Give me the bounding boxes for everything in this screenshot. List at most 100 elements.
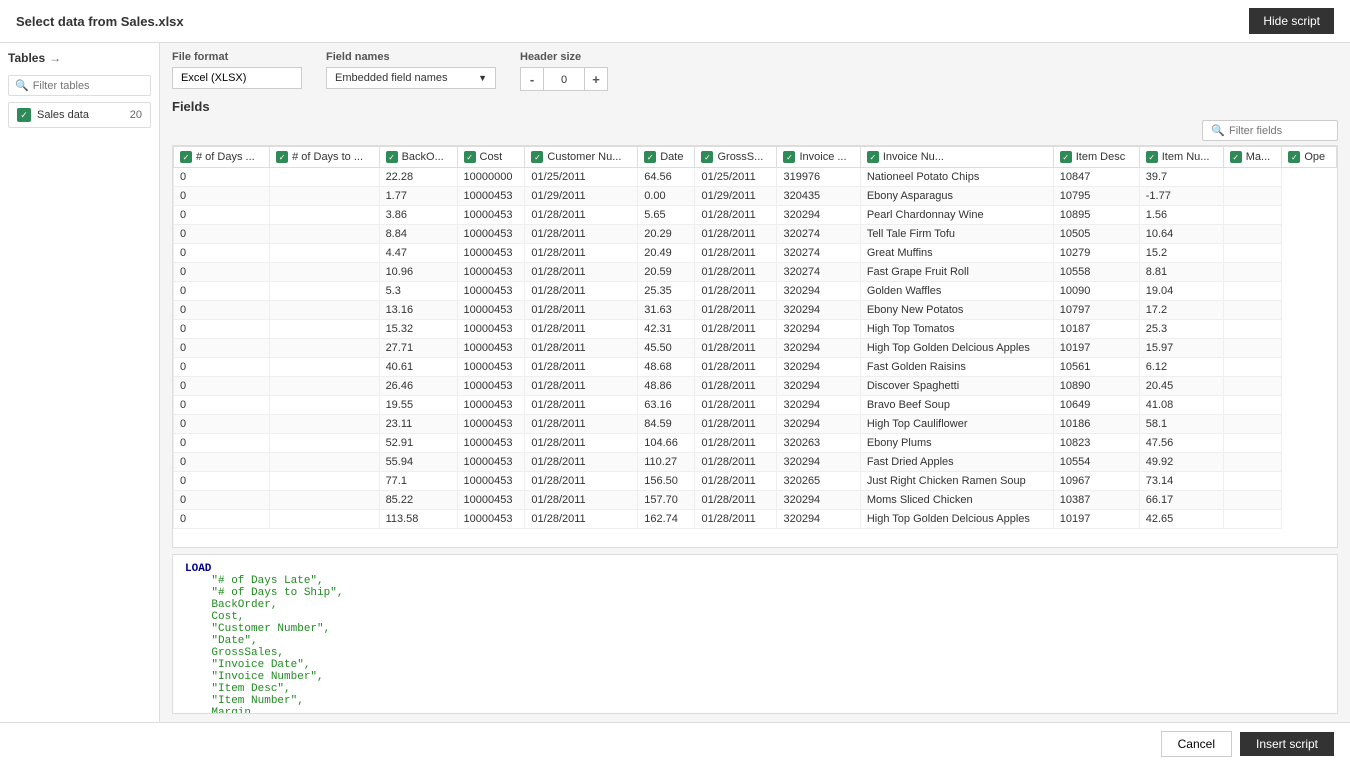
- table-row: 040.611000045301/28/201148.6801/28/20113…: [174, 358, 1337, 377]
- table-cell: 01/28/2011: [525, 377, 638, 396]
- table-cell: 104.66: [638, 434, 695, 453]
- table-cell: 5.65: [638, 206, 695, 225]
- filter-fields-input[interactable]: [1229, 125, 1329, 137]
- table-cell: Ebony Plums: [860, 434, 1053, 453]
- table-cell: 6.12: [1139, 358, 1223, 377]
- table-cell: 10890: [1053, 377, 1139, 396]
- table-cell: 8.84: [379, 225, 457, 244]
- sales-data-table-item[interactable]: Sales data 20: [8, 102, 151, 128]
- table-cell: 113.58: [379, 510, 457, 529]
- table-cell: [270, 320, 379, 339]
- table-cell: 10505: [1053, 225, 1139, 244]
- column-header-ma---[interactable]: Ma...: [1223, 147, 1282, 168]
- table-cell: [1223, 282, 1282, 301]
- table-cell: 55.94: [379, 453, 457, 472]
- table-cell: 10823: [1053, 434, 1139, 453]
- table-cell: [270, 396, 379, 415]
- column-header-grosss---[interactable]: GrossS...: [695, 147, 777, 168]
- table-cell: 01/28/2011: [695, 244, 777, 263]
- table-cell: 01/25/2011: [525, 168, 638, 187]
- table-cell: 01/28/2011: [525, 472, 638, 491]
- filter-tables-input[interactable]: [33, 80, 144, 92]
- table-cell: 0: [174, 339, 270, 358]
- table-cell: 01/28/2011: [695, 358, 777, 377]
- table-cell: 01/28/2011: [525, 396, 638, 415]
- table-cell: [270, 244, 379, 263]
- filter-fields-wrapper: 🔍: [1202, 120, 1338, 141]
- column-header-invoice-nu---[interactable]: Invoice Nu...: [860, 147, 1053, 168]
- table-cell: [270, 377, 379, 396]
- table-row: 03.861000045301/28/20115.6501/28/2011320…: [174, 206, 1337, 225]
- table-cell: 319976: [777, 168, 860, 187]
- hide-script-button[interactable]: Hide script: [1249, 8, 1334, 34]
- column-header-cost[interactable]: Cost: [457, 147, 525, 168]
- table-cell: 01/28/2011: [525, 320, 638, 339]
- table-cell: Nationeel Potato Chips: [860, 168, 1053, 187]
- table-cell: 39.7: [1139, 168, 1223, 187]
- table-cell: 01/28/2011: [695, 320, 777, 339]
- header-size-minus-button[interactable]: -: [520, 67, 544, 91]
- column-header-invoice----[interactable]: Invoice ...: [777, 147, 860, 168]
- table-cell: 23.11: [379, 415, 457, 434]
- data-table-wrapper[interactable]: # of Days ...# of Days to ...BackO...Cos…: [172, 145, 1338, 548]
- table-cell: -1.77: [1139, 187, 1223, 206]
- table-cell: 10797: [1053, 301, 1139, 320]
- table-row: 055.941000045301/28/2011110.2701/28/2011…: [174, 453, 1337, 472]
- header-size-value: 0: [544, 67, 584, 91]
- table-cell: 320435: [777, 187, 860, 206]
- table-cell: 20.29: [638, 225, 695, 244]
- table-cell: [270, 415, 379, 434]
- table-cell: Great Muffins: [860, 244, 1053, 263]
- header-size-plus-button[interactable]: +: [584, 67, 608, 91]
- table-cell: 320274: [777, 225, 860, 244]
- table-cell: 10197: [1053, 339, 1139, 358]
- table-cell: 15.97: [1139, 339, 1223, 358]
- table-cell: 01/28/2011: [525, 434, 638, 453]
- table-cell: 01/28/2011: [525, 453, 638, 472]
- column-header-ope[interactable]: Ope: [1282, 147, 1337, 168]
- table-cell: Fast Grape Fruit Roll: [860, 263, 1053, 282]
- table-cell: 84.59: [638, 415, 695, 434]
- column-header-item-nu---[interactable]: Item Nu...: [1139, 147, 1223, 168]
- table-cell: Just Right Chicken Ramen Soup: [860, 472, 1053, 491]
- table-cell: High Top Tomatos: [860, 320, 1053, 339]
- table-cell: 10000453: [457, 206, 525, 225]
- table-cell: 27.71: [379, 339, 457, 358]
- column-header---of-days-to----[interactable]: # of Days to ...: [270, 147, 379, 168]
- column-header-item-desc[interactable]: Item Desc: [1053, 147, 1139, 168]
- column-header---of-days----[interactable]: # of Days ...: [174, 147, 270, 168]
- table-cell: 10000453: [457, 339, 525, 358]
- filter-fields-search-icon: 🔍: [1211, 124, 1225, 137]
- file-format-select[interactable]: Excel (XLSX) CSV JSON: [172, 67, 302, 89]
- arrow-icon: →: [49, 51, 61, 65]
- sales-data-count: 20: [130, 109, 142, 121]
- field-names-select[interactable]: Embedded field names ▼: [326, 67, 496, 89]
- table-cell: 10000453: [457, 453, 525, 472]
- table-cell: 0: [174, 301, 270, 320]
- table-cell: 10000453: [457, 320, 525, 339]
- table-cell: 1.77: [379, 187, 457, 206]
- table-cell: 320294: [777, 453, 860, 472]
- column-header-customer-nu---[interactable]: Customer Nu...: [525, 147, 638, 168]
- table-cell: 17.2: [1139, 301, 1223, 320]
- table-cell: 10090: [1053, 282, 1139, 301]
- table-cell: 48.86: [638, 377, 695, 396]
- table-cell: 320294: [777, 320, 860, 339]
- insert-script-button[interactable]: Insert script: [1240, 732, 1334, 756]
- table-cell: 01/28/2011: [695, 434, 777, 453]
- filter-tables-wrapper: 🔍: [8, 75, 151, 96]
- table-cell: 15.32: [379, 320, 457, 339]
- top-controls: File format Excel (XLSX) CSV JSON Field …: [172, 51, 1338, 91]
- table-cell: [1223, 244, 1282, 263]
- column-header-date[interactable]: Date: [638, 147, 695, 168]
- col-checkbox: [1146, 151, 1158, 163]
- table-cell: [1223, 396, 1282, 415]
- cancel-button[interactable]: Cancel: [1161, 731, 1232, 757]
- table-cell: [1223, 472, 1282, 491]
- table-cell: [1223, 358, 1282, 377]
- column-header-backo---[interactable]: BackO...: [379, 147, 457, 168]
- table-cell: 0: [174, 206, 270, 225]
- header-size-group: Header size - 0 +: [520, 51, 608, 91]
- field-names-group: Field names Embedded field names ▼: [326, 51, 496, 91]
- table-cell: 162.74: [638, 510, 695, 529]
